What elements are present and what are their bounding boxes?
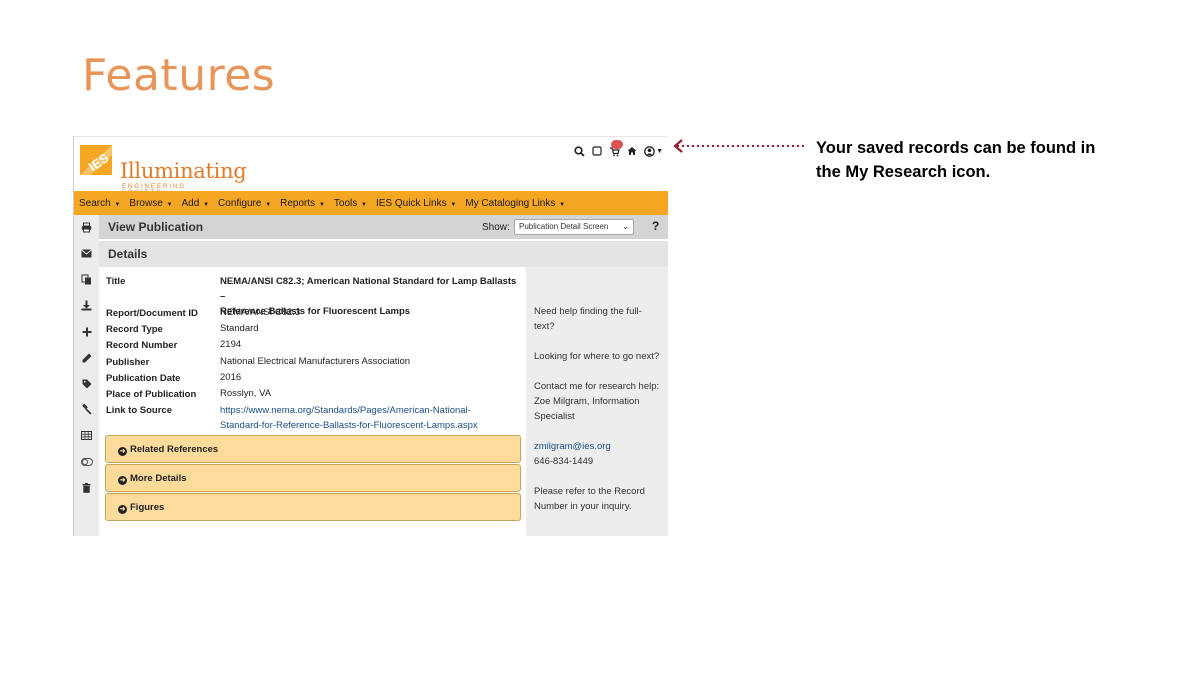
help-button[interactable]: ? xyxy=(652,219,659,233)
my-research-cart-icon[interactable] xyxy=(609,139,624,157)
field-label-publisher: Publisher xyxy=(106,357,150,368)
pencil-icon[interactable] xyxy=(80,351,93,364)
chevron-down-icon: ▼ xyxy=(559,201,566,208)
chevron-down-icon: ⌄ xyxy=(622,222,629,231)
table-icon[interactable] xyxy=(80,429,93,442)
menu-my-cataloging-links[interactable]: My Cataloging Links ▼ xyxy=(465,198,565,209)
chevron-down-icon: ▼ xyxy=(318,201,325,208)
callout-text: Your saved records can be found in the M… xyxy=(816,139,1096,181)
accordion-related-references[interactable]: ➜ Related References xyxy=(105,435,521,463)
trash-icon[interactable] xyxy=(80,481,93,494)
chevron-down-icon: ▼ xyxy=(361,201,367,208)
slide-title: Features xyxy=(82,50,276,101)
menu-ies-quick-links[interactable]: IES Quick Links ▼ xyxy=(376,198,456,209)
callout-arrow xyxy=(673,139,807,153)
chevron-down-icon: ▼ xyxy=(166,201,173,208)
ies-logo-icon: IES xyxy=(80,145,112,175)
field-label-record-type: Record Type xyxy=(106,324,163,335)
details-panel: Title NEMA/ANSI C82.3; American National… xyxy=(99,267,526,536)
help-contact-line1: Contact me for research help: xyxy=(534,381,660,392)
details-header: Details xyxy=(99,241,668,267)
help-phone: 646-834-1449 xyxy=(534,456,594,467)
help-refer-line2: Number in your inquiry. xyxy=(534,501,632,512)
field-value-report-id: NEMA/ANSI C82.3 xyxy=(220,307,301,318)
help-contact-line2: Zoe Milgram, Information xyxy=(534,396,640,407)
field-label-report-id: Report/Document ID xyxy=(106,308,198,319)
print-icon[interactable] xyxy=(80,221,93,234)
download-icon[interactable] xyxy=(80,299,93,312)
field-value-record-number: 2194 xyxy=(220,339,242,350)
arrow-circle-right-icon: ➜ xyxy=(118,476,127,485)
help-full-text-line2: text? xyxy=(534,321,555,332)
logo-name: Illuminating xyxy=(120,159,247,183)
page-title: View Publication xyxy=(108,220,204,234)
field-label-title: Title xyxy=(106,276,126,287)
field-value-place: Rosslyn, VA xyxy=(220,388,272,399)
menu-search[interactable]: Search ▼ xyxy=(79,198,120,209)
view-publication-header: View Publication Show: Publication Detai… xyxy=(99,215,668,239)
arrow-circle-right-icon: ➜ xyxy=(118,447,127,456)
tag-icon[interactable] xyxy=(80,377,93,390)
user-icon[interactable]: ▼ xyxy=(644,145,663,157)
ies-logo[interactable]: IES Illuminating ENGINEERING SOCIETY xyxy=(78,143,247,196)
help-contact-line3: Specialist xyxy=(534,411,575,422)
help-next: Looking for where to go next? xyxy=(534,351,660,362)
help-full-text-line1: Need help finding the full- xyxy=(534,306,642,317)
cart-badge xyxy=(611,139,624,149)
menu-browse[interactable]: Browse ▼ xyxy=(129,198,172,209)
research-help-panel: Need help finding the full- text? Lookin… xyxy=(526,267,668,536)
chevron-down-icon: ▼ xyxy=(203,201,210,208)
field-value-record-type: Standard xyxy=(220,323,259,334)
menu-configure[interactable]: Configure ▼ xyxy=(218,198,271,209)
top-bar: IES Illuminating ENGINEERING SOCIETY ▼ xyxy=(74,137,668,196)
plus-icon[interactable] xyxy=(80,325,93,338)
chevron-down-icon: ▼ xyxy=(265,201,272,208)
copy-icon[interactable] xyxy=(80,273,93,286)
field-label-record-number: Record Number xyxy=(106,340,178,351)
help-refer-line1: Please refer to the Record xyxy=(534,486,645,497)
main-menu: Search ▼ Browse ▼ Add ▼ Configure ▼ Repo… xyxy=(74,191,668,215)
chevron-down-icon: ▼ xyxy=(656,147,663,155)
menu-tools[interactable]: Tools ▼ xyxy=(334,198,367,209)
field-label-publication-date: Publication Date xyxy=(106,373,181,384)
top-icons: ▼ xyxy=(574,139,663,159)
menu-add[interactable]: Add ▼ xyxy=(182,198,210,209)
chevron-down-icon: ▼ xyxy=(450,201,457,208)
accordion-more-details[interactable]: ➜ More Details xyxy=(105,464,521,492)
field-label-link-to-source: Link to Source xyxy=(106,405,172,416)
show-select-value: Publication Detail Screen xyxy=(519,222,609,231)
app-screenshot: IES Illuminating ENGINEERING SOCIETY ▼ xyxy=(73,136,668,536)
show-label: Show: xyxy=(482,222,510,233)
chevron-down-icon: ▼ xyxy=(114,201,121,208)
menu-reports[interactable]: Reports ▼ xyxy=(280,198,325,209)
toggle-icon[interactable] xyxy=(80,455,93,468)
field-value-publication-date: 2016 xyxy=(220,372,242,383)
help-email-link[interactable]: zmilgram@ies.org xyxy=(534,439,666,454)
accordion-figures[interactable]: ➜ Figures xyxy=(105,493,521,521)
arrow-circle-right-icon: ➜ xyxy=(118,505,127,514)
side-toolbar xyxy=(74,215,99,536)
details-title: Details xyxy=(108,247,148,261)
show-select[interactable]: Publication Detail Screen ⌄ xyxy=(514,219,634,235)
email-icon[interactable] xyxy=(80,247,93,260)
field-label-place: Place of Publication xyxy=(106,389,197,400)
gavel-icon[interactable] xyxy=(80,403,93,416)
home-icon[interactable] xyxy=(627,146,637,156)
field-value-publisher: National Electrical Manufacturers Associ… xyxy=(220,356,411,367)
source-link[interactable]: https://www.nema.org/Standards/Pages/Ame… xyxy=(220,403,520,433)
search-icon[interactable] xyxy=(574,145,585,157)
checkbox-icon[interactable] xyxy=(592,146,602,156)
